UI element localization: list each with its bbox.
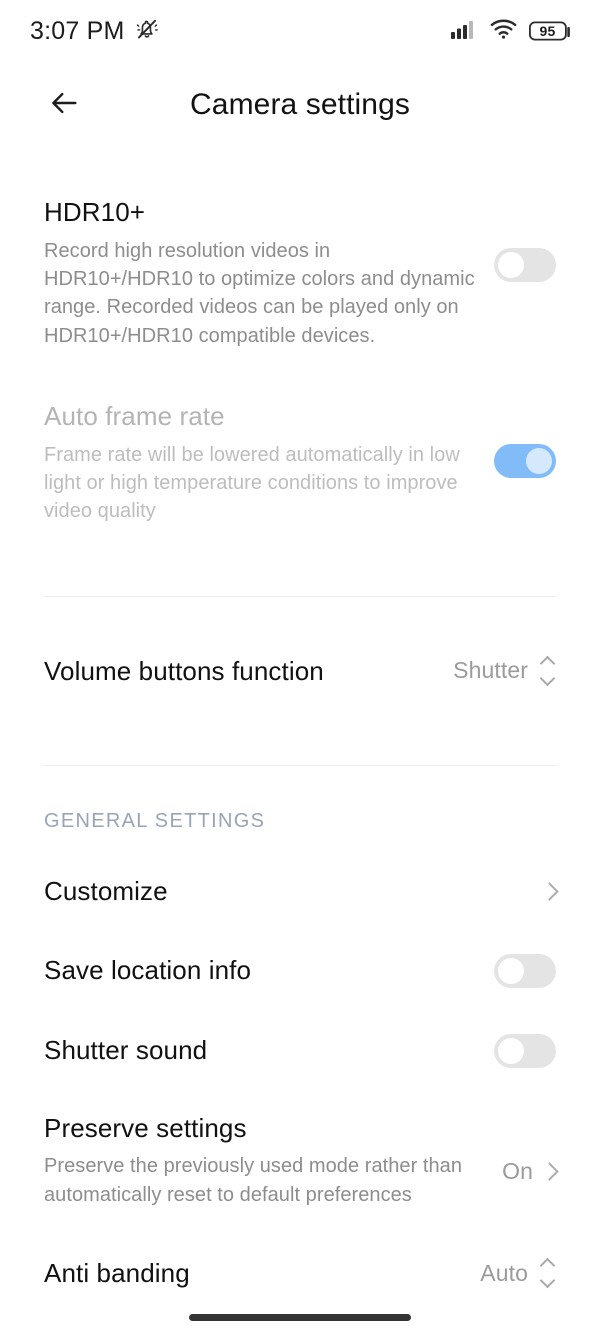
- setting-row-auto-frame-rate[interactable]: Auto frame rate Frame rate will be lower…: [44, 350, 556, 526]
- shutter-sound-title: Shutter sound: [44, 1035, 208, 1066]
- chevron-right-icon[interactable]: [540, 1162, 559, 1181]
- setting-row-shutter-sound[interactable]: Shutter sound: [44, 988, 556, 1068]
- chevron-up-down-icon[interactable]: [538, 1257, 556, 1289]
- volume-buttons-control[interactable]: Shutter: [453, 655, 556, 687]
- status-bar: 3:07 PM 95: [0, 0, 600, 62]
- setting-row-anti-banding[interactable]: Anti banding Auto: [44, 1209, 556, 1290]
- bell-slash-icon: [134, 16, 160, 47]
- home-indicator[interactable]: [189, 1314, 411, 1321]
- shutter-sound-text: Shutter sound: [44, 1034, 476, 1067]
- status-bar-left: 3:07 PM: [30, 16, 160, 47]
- auto-frame-rate-control: [494, 400, 556, 479]
- volume-buttons-value: Shutter: [453, 657, 528, 684]
- shutter-sound-toggle[interactable]: [494, 1033, 556, 1068]
- hdr10plus-title: HDR10+: [44, 197, 146, 227]
- status-time: 3:07 PM: [30, 16, 125, 45]
- preserve-settings-text: Preserve settings Preserve the previousl…: [44, 1112, 484, 1209]
- save-location-toggle[interactable]: [494, 953, 556, 988]
- setting-row-preserve-settings[interactable]: Preserve settings Preserve the previousl…: [44, 1068, 559, 1209]
- hdr10plus-text: HDR10+ Record high resolution videos in …: [44, 196, 476, 350]
- volume-buttons-title: Volume buttons function: [44, 655, 324, 686]
- app-bar: Camera settings: [0, 62, 600, 148]
- chevron-down: [539, 1272, 555, 1289]
- setting-row-hdr10plus[interactable]: HDR10+ Record high resolution videos in …: [44, 148, 556, 350]
- section-label: GENERAL SETTINGS: [44, 810, 266, 833]
- page-title: Camera settings: [190, 88, 410, 121]
- save-location-text: Save location info: [44, 954, 476, 987]
- anti-banding-title: Anti banding: [44, 1258, 190, 1289]
- anti-banding-value: Auto: [480, 1259, 528, 1286]
- hdr10plus-toggle[interactable]: [494, 248, 556, 282]
- cellular-signal-icon: [451, 19, 478, 44]
- status-bar-right: 95: [451, 19, 572, 44]
- auto-frame-rate-text: Auto frame rate Frame rate will be lower…: [44, 400, 476, 526]
- auto-frame-rate-description: Frame rate will be lowered automatically…: [44, 443, 460, 523]
- auto-frame-rate-toggle[interactable]: [494, 444, 556, 479]
- toggle-knob: [498, 1037, 524, 1064]
- preserve-settings-control[interactable]: On: [502, 1112, 559, 1185]
- customize-title: Customize: [44, 876, 168, 907]
- toggle-knob: [498, 957, 524, 984]
- battery-icon: 95: [529, 20, 572, 42]
- setting-row-volume-buttons[interactable]: Volume buttons function Shutter: [44, 597, 556, 688]
- preserve-settings-value: On: [502, 1157, 533, 1184]
- chevron-right-icon[interactable]: [540, 882, 559, 901]
- chevron-up: [539, 1257, 555, 1274]
- save-location-control: [494, 953, 556, 988]
- wifi-icon: [490, 19, 517, 44]
- shutter-sound-control: [494, 1033, 556, 1068]
- chevron-up-down-icon[interactable]: [538, 655, 556, 687]
- setting-row-save-location-info[interactable]: Save location info: [44, 908, 556, 988]
- setting-row-customize[interactable]: Customize: [44, 833, 559, 908]
- preserve-settings-description: Preserve the previously used mode rather…: [44, 1155, 463, 1206]
- back-arrow-icon: [47, 86, 81, 125]
- customize-text: Customize: [44, 875, 525, 908]
- customize-control[interactable]: [540, 882, 559, 901]
- toggle-knob: [526, 448, 552, 475]
- save-location-title: Save location info: [44, 955, 252, 986]
- chevron-down: [539, 670, 555, 687]
- chevron-up: [539, 655, 555, 672]
- auto-frame-rate-title: Auto frame rate: [44, 401, 225, 432]
- settings-list: HDR10+ Record high resolution videos in …: [0, 148, 600, 1290]
- battery-level-text: 95: [539, 23, 556, 39]
- section-header-general-settings: GENERAL SETTINGS: [44, 766, 556, 833]
- anti-banding-text: Anti banding: [44, 1257, 462, 1290]
- volume-buttons-text: Volume buttons function: [44, 655, 435, 688]
- hdr10plus-description: Record high resolution videos in HDR10+/…: [44, 239, 475, 347]
- back-button[interactable]: [40, 81, 88, 129]
- anti-banding-control[interactable]: Auto: [480, 1257, 556, 1289]
- preserve-settings-title: Preserve settings: [44, 1112, 247, 1143]
- hdr10plus-control: [494, 196, 556, 282]
- toggle-knob: [498, 252, 524, 278]
